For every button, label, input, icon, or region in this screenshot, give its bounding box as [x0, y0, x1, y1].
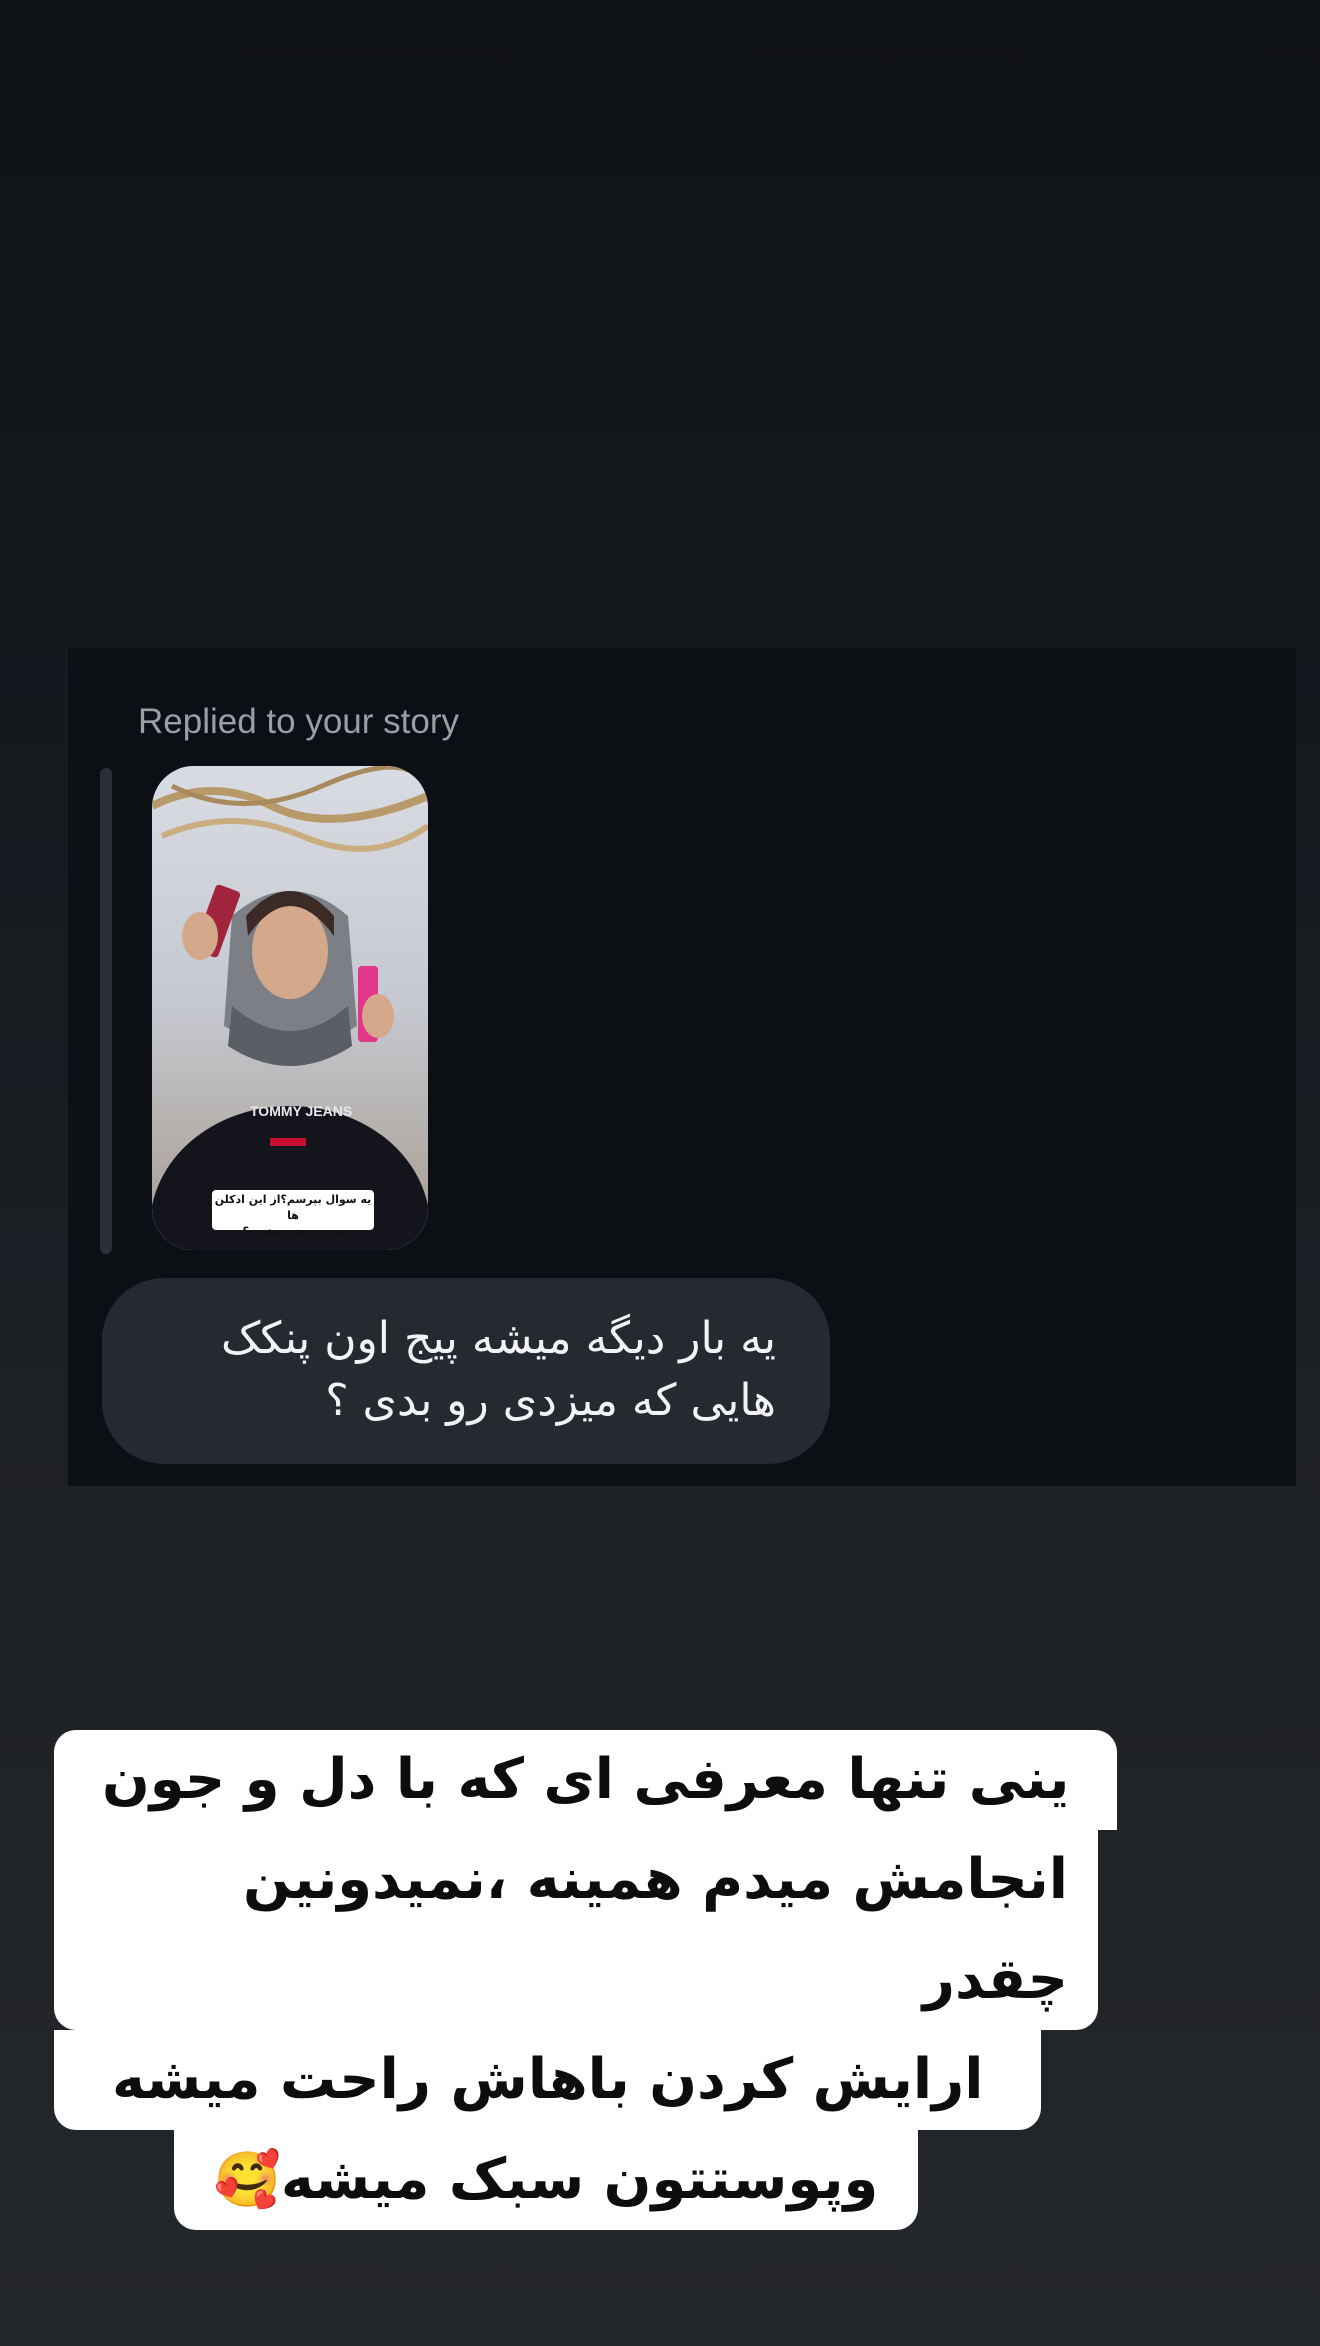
- replied-to-story-label: Replied to your story: [138, 702, 459, 741]
- story-overlay-line-1: یه سوال بپرسم؟از این ادکلن ها: [214, 1193, 372, 1222]
- story-overlay-line-2: بیرون چند میخری؟: [242, 1225, 344, 1238]
- reply-message-bubble[interactable]: یه بار دیگه میشه پیج اون پنکک هایی که می…: [102, 1278, 830, 1464]
- svg-text:TOMMY JEANS: TOMMY JEANS: [250, 1103, 352, 1119]
- story-photo: TOMMY JEANS: [152, 766, 428, 1250]
- story-thumbnail[interactable]: TOMMY JEANS یه سوال بپرسم؟از این ادکلن ه…: [152, 766, 428, 1250]
- story-overlay-text: یه سوال بپرسم؟از این ادکلن ها بیرون چند …: [212, 1190, 374, 1238]
- caption-line-1: ینی تنها معرفی ای که با دل و جون: [54, 1730, 1118, 1830]
- reply-indicator-bar: [100, 768, 112, 1254]
- story-caption: ینی تنها معرفی ای که با دل و جون انجامش …: [54, 1730, 1118, 2230]
- caption-line-3: ارایش کردن باهاش راحت میشه: [54, 2030, 1042, 2130]
- caption-line-4-text: وپوستتون سبک میشه: [280, 2147, 879, 2212]
- story-reply-card: Replied to your story TOMMY JEANS یه سوا…: [68, 648, 1296, 1486]
- smiling-face-with-hearts-icon: 🥰: [213, 2148, 281, 2211]
- caption-line-2: انجامش میدم همینه ،نمیدونین چقدر: [54, 1830, 1098, 2030]
- caption-line-4: وپوستتون سبک میشه🥰: [173, 2130, 919, 2230]
